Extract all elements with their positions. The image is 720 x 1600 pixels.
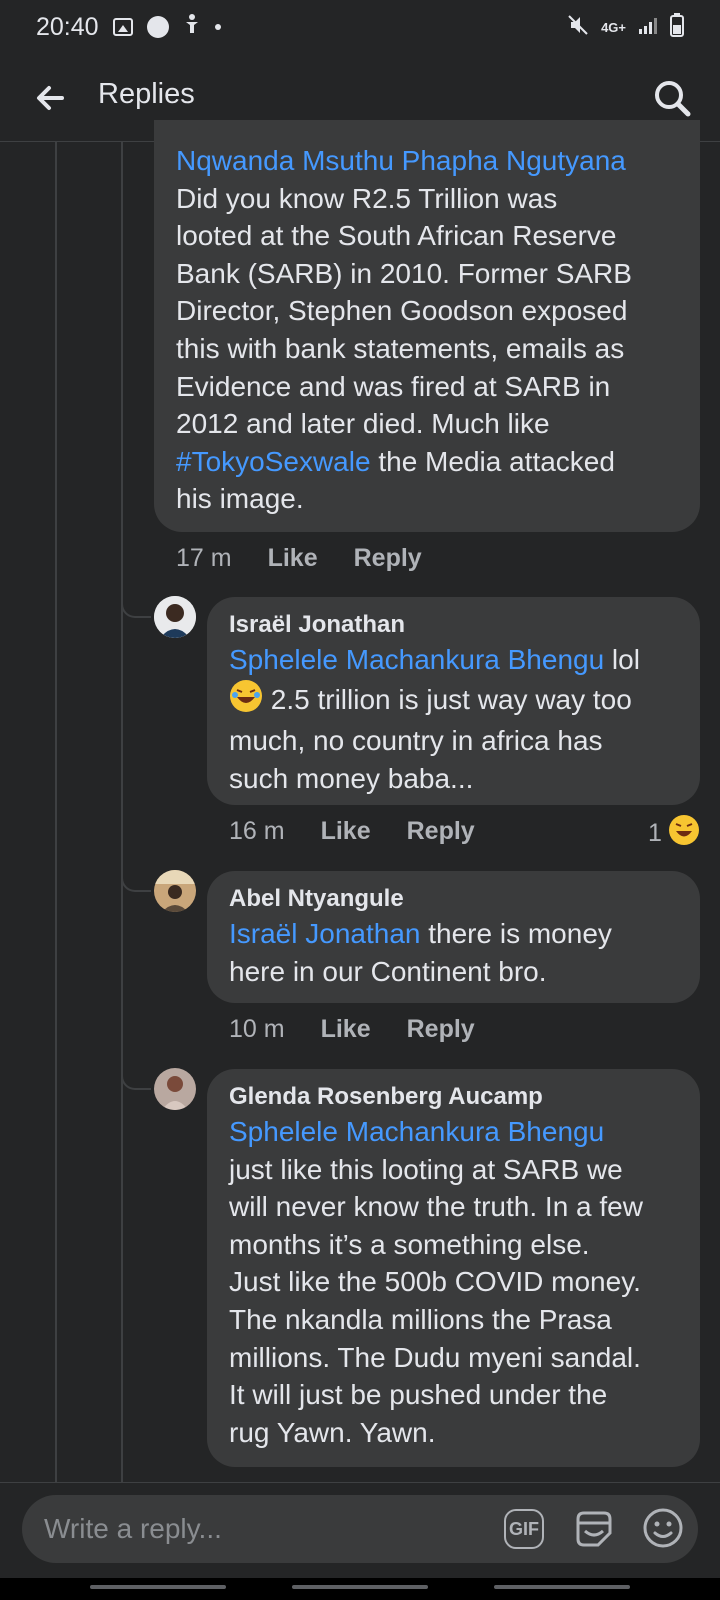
comment-text: Sphelele Machankura Bhengu just like thi… — [229, 1113, 680, 1451]
comment-time: 17 m — [176, 544, 232, 572]
comment-line: his image. — [176, 483, 304, 515]
page-title: Replies — [98, 78, 195, 110]
reply-input[interactable]: Write a reply... GIF — [22, 1495, 698, 1563]
mention-link[interactable]: Sphelele Machankura Bhengu — [229, 1116, 604, 1147]
comment-line: looted at the South African Reserve — [176, 220, 617, 252]
comment-actions: 16 m Like Reply — [229, 817, 475, 846]
network-icon: 4G+ — [601, 19, 626, 35]
comment-time: 10 m — [229, 1015, 285, 1043]
status-bar: 20:40 4G+ — [0, 0, 720, 54]
comment-line: just like this looting at SARB we — [229, 1153, 623, 1185]
nav-home-handle[interactable] — [292, 1585, 428, 1589]
comment-line: much, no country in africa has — [229, 725, 603, 757]
comment-line: The nkandla millions the Prasa — [229, 1303, 612, 1335]
reply-connector — [121, 874, 151, 892]
comment-line: rug Yawn. Yawn. — [229, 1416, 436, 1448]
comment-bubble[interactable]: Israël Jonathan Sphelele Machankura Bhen… — [207, 597, 700, 805]
system-nav-bar — [0, 1578, 720, 1600]
search-icon[interactable] — [652, 78, 692, 118]
nav-recents-handle[interactable] — [90, 1585, 226, 1589]
messenger-icon — [146, 16, 169, 38]
comment-author[interactable]: Israël Jonathan — [229, 609, 680, 641]
reply-button[interactable]: Reply — [407, 1015, 475, 1044]
avatar[interactable] — [154, 1068, 196, 1110]
back-arrow-icon[interactable] — [32, 80, 68, 116]
reply-composer-bar: Write a reply... GIF — [0, 1482, 720, 1579]
signal-icon — [638, 16, 658, 39]
comment-line: Did you know R2.5 Trillion was — [176, 182, 558, 214]
dot-icon — [214, 24, 221, 30]
sticker-icon[interactable] — [574, 1509, 614, 1549]
comment-line: the Media attacked — [370, 445, 615, 477]
comment-line: there is money — [420, 918, 612, 949]
gallery-icon — [112, 18, 133, 36]
comment-line: It will just be pushed under the — [229, 1379, 608, 1411]
comment-line: millions. The Dudu myeni sandal. — [229, 1341, 641, 1373]
avatar[interactable] — [154, 596, 196, 638]
comment-text: Sphelele Machankura Bhengu lol 2.5 trill… — [229, 641, 680, 797]
comment-line: 2.5 trillion is just way way too — [263, 683, 632, 715]
like-button[interactable]: Like — [321, 817, 371, 846]
comment-text: Israël Jonathan there is money here in o… — [229, 915, 680, 990]
reply-button[interactable]: Reply — [354, 544, 422, 573]
laughing-reaction-icon — [668, 814, 700, 853]
comment-line: Just like the 500b COVID money. — [229, 1266, 641, 1298]
comment-line: such money baba... — [229, 762, 474, 794]
comment-bubble[interactable]: Nqwanda Msuthu Phapha Ngutyana Did you k… — [154, 120, 700, 532]
mention-link[interactable]: Israël Jonathan — [229, 918, 420, 949]
comment-line: months it’s a something else. — [229, 1228, 590, 1260]
like-button[interactable]: Like — [321, 1015, 371, 1044]
status-bar-left: 20:40 — [36, 13, 221, 42]
comment-line: Director, Stephen Goodson exposed — [176, 295, 628, 327]
comment-line: Evidence and was fired at SARB in — [176, 370, 611, 402]
comment-line: will never know the truth. In a few — [229, 1191, 643, 1223]
status-bar-right: 4G+ — [567, 12, 684, 42]
comment-bubble[interactable]: Abel Ntyangule Israël Jonathan there is … — [207, 871, 700, 1003]
comment-line: 2012 and later died. Much like — [176, 408, 550, 440]
emoji-icon[interactable] — [642, 1507, 684, 1549]
status-time: 20:40 — [36, 12, 99, 41]
like-button[interactable]: Like — [268, 544, 318, 573]
laughing-emoji-icon — [229, 679, 263, 723]
nav-back-handle[interactable] — [494, 1585, 630, 1589]
mute-icon — [567, 14, 589, 41]
gif-button[interactable]: GIF — [504, 1509, 544, 1549]
hashtag-link[interactable]: #TokyoSexwale — [176, 446, 371, 477]
comment-line: here in our Continent bro. — [229, 955, 547, 987]
mention-link[interactable]: Nqwanda Msuthu Phapha Ngutyana — [176, 145, 626, 176]
avatar[interactable] — [154, 870, 196, 912]
comment-line: this with bank statements, emails as — [176, 332, 625, 364]
comment-text: Nqwanda Msuthu Phapha Ngutyana Did you k… — [176, 142, 680, 518]
reply-placeholder: Write a reply... — [44, 1513, 222, 1544]
reaction-summary[interactable]: 1 — [648, 814, 700, 853]
comment-time: 16 m — [229, 817, 285, 845]
reply-connector — [121, 600, 151, 618]
comment-author[interactable]: Abel Ntyangule — [229, 883, 680, 915]
comment-line: lol — [604, 644, 640, 675]
thread-line-outer — [55, 142, 57, 1482]
mention-link[interactable]: Sphelele Machankura Bhengu — [229, 644, 604, 675]
comment-actions: 10 m Like Reply — [229, 1015, 475, 1044]
reaction-count: 1 — [648, 819, 662, 847]
reply-button[interactable]: Reply — [407, 817, 475, 846]
reply-connector — [121, 1072, 151, 1090]
comment-actions: 17 m Like Reply — [176, 544, 422, 573]
battery-icon — [670, 12, 684, 42]
accessibility-icon — [183, 13, 201, 42]
comment-author[interactable]: Glenda Rosenberg Aucamp — [229, 1081, 680, 1113]
comment-line: Bank (SARB) in 2010. Former SARB — [176, 257, 632, 289]
comment-bubble[interactable]: Glenda Rosenberg Aucamp Sphelele Machank… — [207, 1069, 700, 1467]
thread-line-inner — [121, 142, 123, 1482]
